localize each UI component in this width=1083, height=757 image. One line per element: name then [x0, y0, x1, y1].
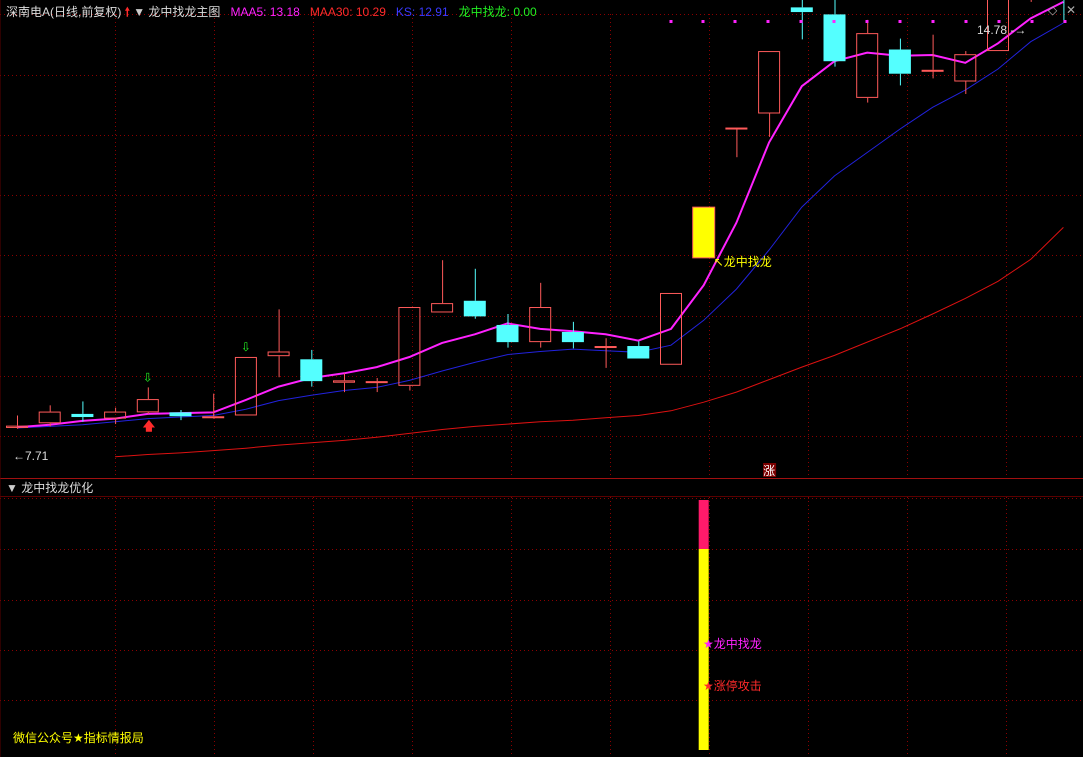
candle-body [790, 7, 813, 13]
maa30-value: MAA30: 10.29 [309, 5, 386, 19]
watermark: 微信公众号★指标情报局 [13, 731, 144, 745]
candle-body [202, 416, 225, 419]
marker-dot [898, 20, 902, 23]
candle-body [627, 346, 650, 359]
red-up-arrow-icon: 🡅 [143, 419, 156, 433]
marker-dot [865, 20, 869, 23]
green-down-arrow-icon: ⇩ [143, 370, 153, 384]
candle-body [921, 69, 944, 72]
marker-dot [832, 20, 836, 23]
subpanel-title[interactable]: 龙中找龙优化 [21, 481, 93, 495]
dragon-signal-label: ↖龙中找龙 [714, 254, 772, 269]
candle-body [333, 380, 355, 383]
candle-body [234, 356, 257, 416]
min-price-label: ←7.71 [13, 449, 49, 463]
lzl-value: 龙中找龙: 0.00 [458, 5, 537, 19]
marker-dot [701, 20, 705, 23]
diamond-icon[interactable]: ◇ [1048, 3, 1057, 17]
marker-dot [964, 20, 968, 23]
candle-body [529, 307, 552, 343]
dragon-label: ★龙中找龙 [703, 637, 762, 651]
marker-dot [931, 20, 935, 23]
subpanel-pink-bar [698, 500, 709, 549]
green-down-arrow-icon: ⇩ [241, 340, 251, 354]
close-icon[interactable]: ✕ [1066, 3, 1076, 17]
maa30-line [115, 227, 1064, 458]
candle-body [496, 324, 519, 343]
candle-body [136, 399, 159, 413]
candle-body [38, 411, 61, 424]
marker-dot [766, 20, 770, 23]
candle-body [431, 303, 454, 313]
marker-dot [997, 20, 1001, 23]
up-arrow-icon: 🠕 [124, 5, 130, 19]
candle-body [888, 49, 911, 74]
marker-dot [733, 20, 737, 23]
max-price-label: 14.78 -→ [977, 23, 1026, 37]
subpanel-dropdown-icon[interactable]: ▼ [6, 481, 18, 495]
candle-body [365, 381, 388, 384]
marker-dot [1063, 20, 1067, 23]
subpanel-header: ▼ 龙中找龙优化 [6, 480, 93, 496]
maa5-value: MAA5: 13.18 [230, 5, 300, 19]
dropdown-circle-icon[interactable]: ▼ [133, 5, 145, 19]
candlestick-chart[interactable]: ↖龙中找龙 ⇩ ⇩ 🡅 涨 ←7.71 14.78 -→ [0, 0, 1083, 757]
stock-name[interactable]: 深南电A [6, 5, 50, 19]
ks-value: KS: 12.91 [395, 5, 449, 19]
chart-header: 深南电A(日线,前复权) 🠕 ▼ 龙中找龙主图 MAA5: 13.18 MAA3… [6, 3, 537, 21]
candle-body [398, 307, 421, 386]
candle-body [300, 359, 323, 382]
candle-body [169, 412, 192, 417]
candle-body [594, 346, 617, 349]
candle-body [71, 413, 94, 418]
candle-body [561, 331, 584, 343]
marker-dot [1030, 20, 1034, 23]
limitup-marker-label: 涨 [763, 463, 775, 478]
candle-body [463, 300, 486, 317]
marker-dot [799, 20, 803, 23]
candle-body [725, 127, 748, 130]
ks-line [16, 22, 1064, 429]
limitup-label: ★涨停攻击 [703, 679, 762, 693]
indicator-name[interactable]: 龙中找龙主图 [148, 5, 220, 19]
candle-body [267, 351, 290, 357]
candle-body [856, 33, 879, 98]
dragon-signal-block [692, 206, 716, 259]
candle-body [758, 51, 781, 114]
period-label[interactable]: (日线,前复权) [50, 5, 121, 19]
marker-dot [669, 20, 673, 23]
